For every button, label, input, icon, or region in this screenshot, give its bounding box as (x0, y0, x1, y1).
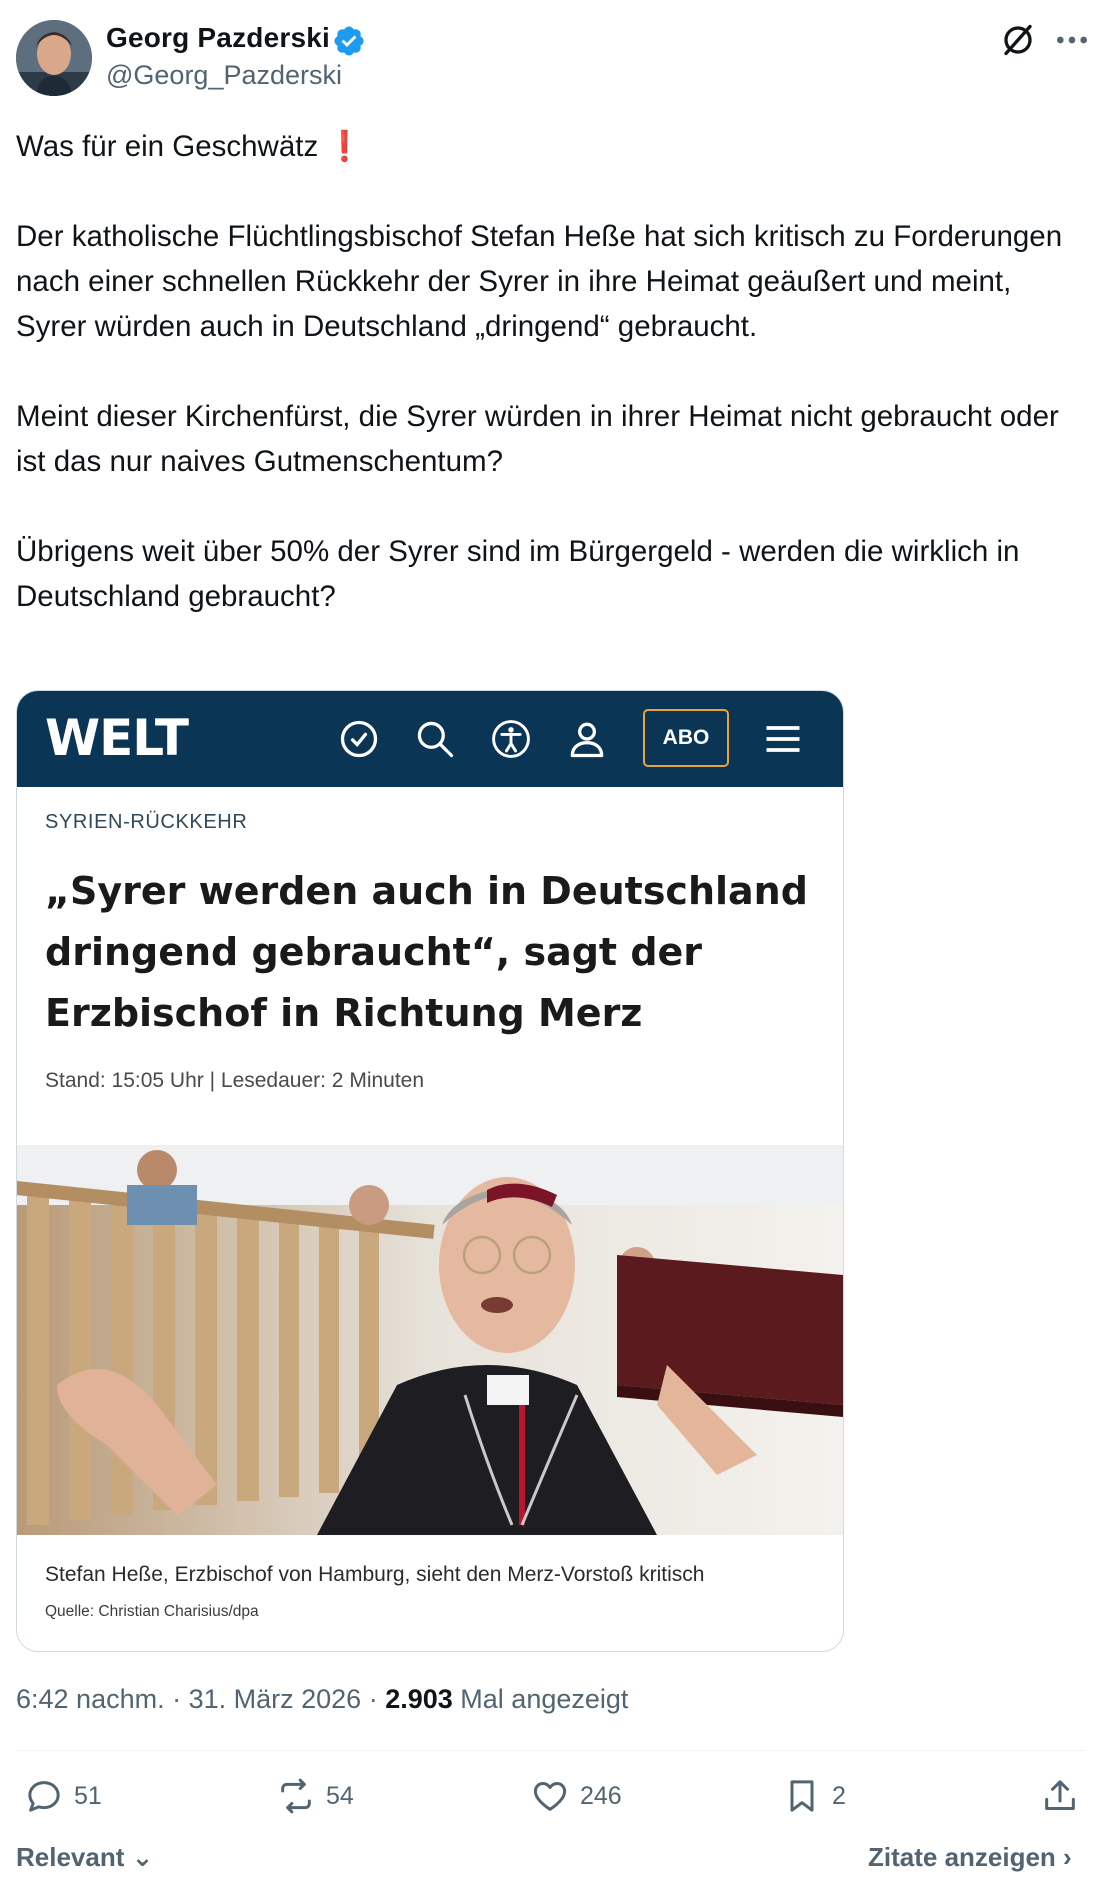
tweet-text: Was für ein Geschwätz ❗ Der katholische … (16, 124, 1076, 619)
avatar[interactable] (16, 20, 92, 96)
accessibility-icon (492, 720, 530, 758)
attached-image[interactable]: WELT ABO SYRIEN-RÜCKKEHR „Syrer werden a… (16, 690, 844, 1652)
welt-header-bar: WELT ABO (17, 691, 843, 787)
repost-count: 54 (326, 1781, 354, 1810)
verified-badge-icon[interactable] (332, 24, 366, 58)
tweet-line: Was für ein Geschwätz (16, 130, 327, 163)
abo-button: ABO (643, 709, 729, 767)
bookmark-button[interactable]: 2 (782, 1776, 846, 1816)
author-name[interactable]: Georg Pazderski (106, 22, 330, 54)
welt-logo: WELT (45, 709, 189, 767)
reply-count: 51 (74, 1781, 102, 1810)
view-quotes-link[interactable]: Zitate anzeigen › (868, 1842, 1072, 1873)
sort-dropdown[interactable]: Relevant ⌄ (16, 1842, 153, 1873)
menu-icon (766, 726, 800, 752)
share-button[interactable] (1040, 1776, 1090, 1816)
quotes-label: Zitate anzeigen (868, 1842, 1056, 1872)
tweet-date[interactable]: 31. März 2026 (189, 1684, 362, 1714)
user-icon (570, 722, 604, 758)
grok-icon[interactable] (1000, 22, 1036, 58)
tweet-paragraph: Der katholische Flüchtlingsbischof Stefa… (16, 220, 1063, 343)
share-icon (1045, 1780, 1075, 1810)
tweet-paragraph: Übrigens weit über 50% der Syrer sind im… (16, 535, 1020, 613)
article-headline: „Syrer werden auch in Deutschland dringe… (45, 869, 808, 1035)
views-count: 2.903 (385, 1684, 453, 1714)
reply-button[interactable]: 51 (24, 1776, 102, 1816)
like-count: 246 (580, 1781, 622, 1810)
exclamation-emoji-icon: ❗ (326, 130, 364, 163)
article-photo (17, 1145, 843, 1535)
chevron-down-icon: ⌄ (124, 1842, 154, 1872)
tweet-paragraph: Was für ein Geschwätz ❗ (16, 124, 1076, 169)
repost-button[interactable]: 54 (276, 1776, 354, 1816)
divider (16, 1750, 1084, 1751)
more-options-icon[interactable] (1052, 20, 1092, 60)
heart-icon (533, 1782, 567, 1811)
chevron-right-icon: › (1055, 1842, 1072, 1872)
article-kicker: SYRIEN-RÜCKKEHR (45, 811, 248, 833)
clock-icon (340, 720, 378, 758)
sort-label: Relevant (16, 1842, 125, 1872)
tweet-paragraph: Meint dieser Kirchenfürst, die Syrer wür… (16, 400, 1059, 478)
like-button[interactable]: 246 (530, 1776, 622, 1816)
tweet-timestamp: 6:42 nachm. · 31. März 2026 · 2.903 Mal … (16, 1684, 629, 1714)
article-meta: Stand: 15:05 Uhr | Lesedauer: 2 Minuten (45, 1069, 425, 1092)
photo-caption: Stefan Heße, Erzbischof von Hamburg, sie… (45, 1563, 705, 1586)
views-label: Mal angezeigt (460, 1684, 629, 1714)
search-icon (417, 721, 454, 758)
photo-source: Quelle: Christian Charisius/dpa (45, 1603, 259, 1620)
bookmark-count: 2 (832, 1781, 846, 1810)
reply-icon (28, 1781, 60, 1812)
tweet-time[interactable]: 6:42 nachm. (16, 1684, 165, 1714)
bookmark-icon (790, 1780, 814, 1812)
repost-icon (281, 1778, 311, 1814)
author-handle[interactable]: @Georg_Pazderski (106, 60, 342, 91)
